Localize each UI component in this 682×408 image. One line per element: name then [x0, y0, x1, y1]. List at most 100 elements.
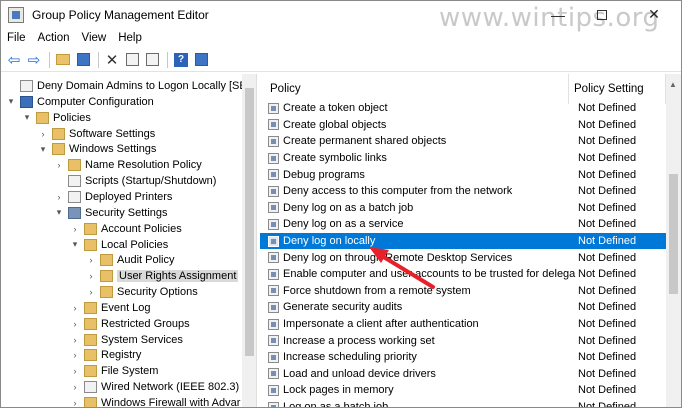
tree-node[interactable]: › User Rights Assignment: [86, 268, 239, 284]
policy-icon: [268, 202, 279, 214]
help-button[interactable]: ?: [172, 51, 190, 69]
tree-node-label: Wired Network (IEEE 802.3) Po: [101, 381, 256, 394]
tree-node[interactable]: › Account Policies: [70, 221, 182, 237]
tree-node[interactable]: ▾ Local Policies: [70, 237, 168, 253]
policy-row[interactable]: Impersonate a client after authenticatio…: [260, 316, 666, 333]
tree-node[interactable]: › Registry: [70, 347, 141, 363]
menu-action[interactable]: Action: [32, 32, 76, 44]
collapsed-chevron-icon[interactable]: ›: [54, 160, 64, 170]
policy-row[interactable]: Create permanent shared objects Not Defin…: [260, 133, 666, 150]
collapsed-chevron-icon[interactable]: ›: [70, 303, 80, 313]
tree-node[interactable]: Scripts (Startup/Shutdown): [54, 173, 216, 189]
tree-node[interactable]: Deny Domain Admins to Logon Locally [SER…: [6, 78, 256, 94]
collapsed-chevron-icon[interactable]: ›: [54, 192, 64, 202]
menu-help[interactable]: Help: [112, 32, 148, 44]
folder-icon: [68, 159, 81, 172]
expanded-chevron-icon[interactable]: ▾: [54, 207, 64, 218]
tree-node[interactable]: › Windows Firewall with Advar: [70, 395, 240, 407]
collapsed-chevron-icon[interactable]: ›: [70, 224, 80, 234]
expanded-chevron-icon[interactable]: ▾: [22, 112, 32, 123]
back-button[interactable]: ⇦: [5, 51, 23, 69]
policy-icon: [268, 252, 279, 264]
policy-setting-value: Not Defined: [578, 367, 637, 380]
policy-name: Log on as a batch job: [283, 401, 389, 408]
list-scrollbar-thumb[interactable]: [669, 174, 678, 294]
policy-row[interactable]: Deny access to this computer from the ne…: [260, 183, 666, 200]
tree-node-label: Software Settings: [69, 127, 156, 140]
collapsed-chevron-icon[interactable]: ›: [38, 129, 48, 139]
tree-node[interactable]: › Event Log: [70, 300, 151, 316]
collapsed-chevron-icon[interactable]: ›: [70, 319, 80, 329]
policy-icon: [268, 368, 279, 380]
tree-node[interactable]: › Restricted Groups: [70, 316, 190, 332]
tree-node[interactable]: ▾ Security Settings: [54, 205, 168, 221]
close-button[interactable]: ✕: [633, 1, 675, 28]
folder-icon: [100, 270, 113, 283]
policy-row[interactable]: Increase scheduling priority Not Defined: [260, 349, 666, 366]
policy-row[interactable]: Generate security audits Not Defined: [260, 299, 666, 316]
policy-row[interactable]: Load and unload device drivers Not Define…: [260, 366, 666, 383]
maximize-button[interactable]: [581, 1, 623, 28]
tree-node[interactable]: › System Services: [70, 332, 183, 348]
list-scrollbar[interactable]: ▲: [666, 74, 681, 407]
tree-node[interactable]: › Name Resolution Policy: [54, 157, 202, 173]
tree-node[interactable]: › File System: [70, 363, 158, 379]
policy-name: Create global objects: [283, 118, 387, 131]
tree-node-label: Local Policies: [101, 238, 169, 251]
console-button[interactable]: [192, 51, 210, 69]
tree-node[interactable]: › Security Options: [86, 284, 198, 300]
doc-icon: [84, 381, 97, 394]
policy-row[interactable]: Deny log on locally Not Defined: [260, 232, 666, 250]
collapsed-chevron-icon[interactable]: ›: [70, 382, 80, 392]
properties-button[interactable]: [123, 51, 141, 69]
policy-row[interactable]: Deny log on as a batch job Not Defined: [260, 200, 666, 217]
tree-node[interactable]: ▾ Policies: [22, 110, 91, 126]
expanded-chevron-icon[interactable]: ▾: [6, 96, 16, 107]
policy-row[interactable]: Deny log on as a service Not Defined: [260, 216, 666, 233]
expanded-chevron-icon[interactable]: ▾: [38, 144, 48, 155]
tree-scrollbar[interactable]: [242, 74, 256, 407]
policy-row[interactable]: Debug programs Not Defined: [260, 166, 666, 183]
export-list-button[interactable]: [143, 51, 161, 69]
tree-node[interactable]: › Wired Network (IEEE 802.3) Po: [70, 379, 256, 395]
policy-row[interactable]: Create a token object Not Defined: [260, 100, 666, 117]
up-level-button[interactable]: [54, 51, 72, 69]
tree-node-label: Computer Configuration: [37, 95, 154, 108]
policy-icon: [268, 152, 279, 164]
collapsed-chevron-icon[interactable]: ›: [86, 287, 96, 297]
tree-node[interactable]: › Software Settings: [38, 126, 155, 142]
collapsed-chevron-icon[interactable]: ›: [70, 335, 80, 345]
policy-row[interactable]: Lock pages in memory Not Defined: [260, 382, 666, 399]
console-tree[interactable]: Deny Domain Admins to Logon Locally [SER…: [2, 74, 257, 407]
forward-button[interactable]: ⇨: [25, 51, 43, 69]
tree-node[interactable]: › Deployed Printers: [54, 189, 172, 205]
folder-icon: [52, 127, 65, 140]
toolbar-divider: [49, 51, 50, 68]
delete-button[interactable]: ✕: [103, 51, 121, 69]
policy-row[interactable]: Force shutdown from a remote system Not D…: [260, 283, 666, 300]
tree-node[interactable]: › Audit Policy: [86, 252, 174, 268]
policy-row[interactable]: Create symbolic links Not Defined: [260, 150, 666, 167]
scroll-up-icon[interactable]: ▲: [669, 80, 677, 89]
minimize-button[interactable]: —: [537, 1, 579, 28]
collapsed-chevron-icon[interactable]: ›: [70, 350, 80, 360]
policy-name: Deny log on through Remote Desktop Servi…: [283, 251, 513, 264]
tree-node[interactable]: ▾ Windows Settings: [38, 141, 156, 157]
policy-row[interactable]: Create global objects Not Defined: [260, 117, 666, 134]
app-icon: [8, 6, 24, 23]
policy-row[interactable]: Log on as a batch job Not Defined: [260, 399, 666, 408]
policy-row[interactable]: Enable computer and user accounts to be …: [260, 266, 666, 283]
menu-view[interactable]: View: [76, 32, 113, 44]
policy-row[interactable]: Deny log on through Remote Desktop Servi…: [260, 249, 666, 266]
collapsed-chevron-icon[interactable]: ›: [70, 398, 80, 407]
policy-setting-value: Not Defined: [578, 102, 637, 115]
collapsed-chevron-icon[interactable]: ›: [70, 366, 80, 376]
menu-file[interactable]: File: [1, 32, 32, 44]
policy-row[interactable]: Increase a process working set Not Define…: [260, 332, 666, 349]
expanded-chevron-icon[interactable]: ▾: [70, 239, 80, 250]
tree-scrollbar-thumb[interactable]: [245, 88, 254, 356]
tree-node[interactable]: ▾ Computer Configuration: [6, 94, 154, 110]
show-tree-button[interactable]: [74, 51, 92, 69]
collapsed-chevron-icon[interactable]: ›: [86, 255, 96, 265]
collapsed-chevron-icon[interactable]: ›: [86, 271, 96, 281]
